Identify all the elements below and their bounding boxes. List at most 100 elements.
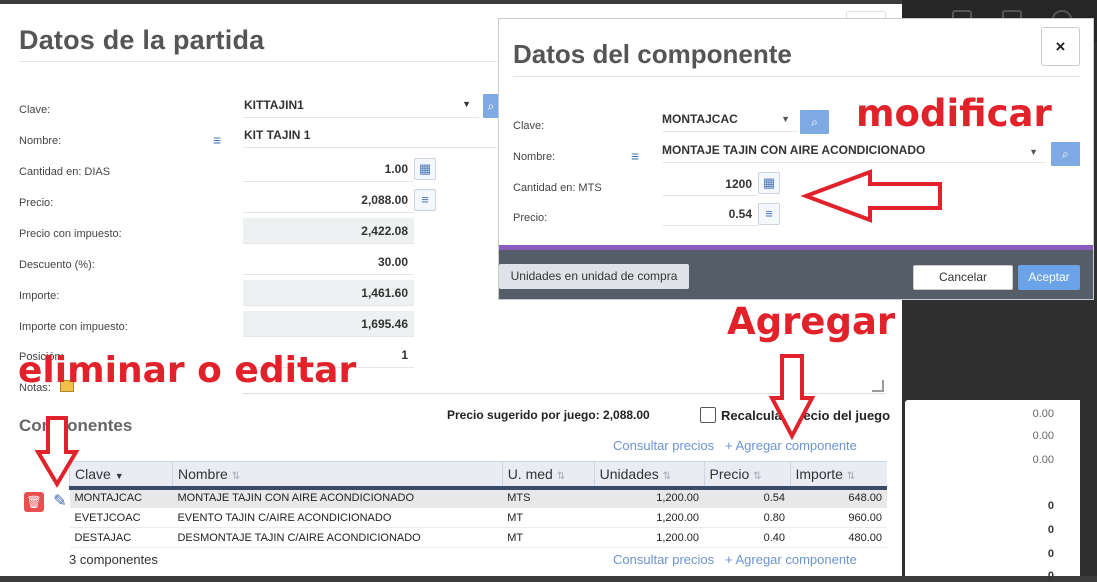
annotation-modificar: modificar [856, 92, 1052, 135]
col-umed[interactable]: U. med ⇅ [501, 461, 595, 490]
annotation-eliminar-editar: eliminar o editar [18, 350, 357, 391]
cantidad-input[interactable]: 1.00 [243, 156, 414, 182]
comp-nombre-select[interactable]: MONTAJE TAJIN CON AIRE ACONDICIONADO ▼ [662, 138, 1046, 163]
col-nombre[interactable]: Nombre ⇅ [171, 461, 503, 490]
divider [513, 76, 1080, 77]
bg-value: 0.00 [1032, 430, 1054, 442]
accept-button[interactable]: Aceptar [1018, 265, 1080, 290]
precio-input[interactable]: 2,088.00 [243, 187, 414, 213]
cell-clave: MONTAJCAC [69, 487, 173, 508]
modal-footer: Unidades en unidad de compra Cancelar Ac… [499, 250, 1093, 299]
search-icon: ⌕ [811, 115, 818, 129]
calculator-icon[interactable]: ▦ [758, 172, 780, 194]
bg-value: 0.00 [1032, 408, 1054, 420]
cancel-button[interactable]: Cancelar [913, 265, 1013, 290]
components-table: Clave ▼ Nombre ⇅ U. med ⇅ Unidades ⇅ Pre… [69, 461, 887, 548]
cell-umed: MTS [502, 487, 595, 508]
cell-importe: 480.00 [790, 527, 887, 548]
nombre-value: KIT TAJIN 1 [244, 128, 311, 142]
comp-cantidad-input[interactable]: 1200 [662, 171, 758, 196]
calculator-icon[interactable]: ▦ [414, 158, 436, 180]
table-row[interactable]: EVETJCOAC EVENTO TAJIN C/AIRE ACONDICION… [69, 507, 887, 528]
table-header-row: Clave ▼ Nombre ⇅ U. med ⇅ Unidades ⇅ Pre… [69, 461, 887, 490]
comp-clave-value: MONTAJCAC [662, 112, 738, 126]
comp-nombre-value: MONTAJE TAJIN CON AIRE ACONDICIONADO [662, 143, 926, 157]
recalc-checkbox[interactable] [700, 407, 716, 423]
precio-label: Precio: [19, 197, 54, 209]
list-icon[interactable]: ≡ [758, 203, 780, 225]
arrow-down-icon [768, 354, 816, 441]
nombre-field[interactable]: KIT TAJIN 1 [243, 122, 499, 148]
bg-value: 0 [1047, 570, 1054, 582]
bg-value: 0 [1047, 548, 1054, 560]
bg-value: 0 [1047, 524, 1054, 536]
add-component-link[interactable]: + Agregar componente [725, 438, 857, 453]
precio-impuesto-value: 2,422.08 [243, 218, 414, 244]
table-row[interactable]: MONTAJCAC MONTAJE TAJIN CON AIRE ACONDIC… [69, 487, 887, 508]
cell-unidades: 1,200.00 [594, 507, 705, 528]
arrow-down-icon [34, 416, 80, 488]
cell-precio: 0.80 [704, 507, 790, 528]
cell-nombre: MONTAJE TAJIN CON AIRE ACONDICIONADO [172, 487, 503, 508]
consult-prices-link-bottom[interactable]: Consultar precios [613, 552, 714, 567]
comp-clave-label: Clave: [513, 120, 545, 132]
list-icon[interactable]: ≡ [631, 148, 639, 164]
arrow-left-icon [800, 169, 942, 223]
search-icon: ⌕ [1062, 147, 1069, 161]
cell-nombre: DESMONTAJE TAJIN C/AIRE ACONDICIONADO [172, 527, 503, 548]
comp-clave-search-button[interactable]: ⌕ [800, 110, 829, 134]
chevron-down-icon: ▼ [781, 114, 790, 124]
list-icon[interactable]: ≡ [414, 189, 436, 211]
cell-clave: EVETJCOAC [69, 507, 173, 528]
comp-nombre-search-button[interactable]: ⌕ [1051, 142, 1080, 166]
importe-impuesto-value: 1,695.46 [243, 311, 414, 337]
clave-value: KITTAJIN1 [244, 98, 304, 112]
annotation-agregar: Agregar [727, 300, 896, 343]
table-row[interactable]: DESTAJAC DESMONTAJE TAJIN C/AIRE ACONDIC… [69, 527, 887, 548]
units-purchase-button[interactable]: Unidades en unidad de compra [499, 264, 689, 289]
descuento-label: Descuento (%): [19, 259, 95, 271]
trash-icon[interactable]: 🗑 [24, 492, 44, 512]
cell-importe: 960.00 [790, 507, 887, 528]
comp-cantidad-label: Cantidad en: MTS [513, 182, 602, 194]
search-icon: ⌕ [487, 99, 495, 113]
cell-precio: 0.40 [704, 527, 790, 548]
componente-modal: Datos del componente × Clave: MONTAJCAC … [499, 19, 1093, 299]
close-icon[interactable]: × [1041, 27, 1080, 66]
cantidad-label: Cantidad en: DIAS [19, 166, 111, 178]
cell-clave: DESTAJAC [69, 527, 173, 548]
edit-icon[interactable]: ✎ [50, 492, 70, 512]
comp-precio-label: Precio: [513, 212, 548, 224]
cell-precio: 0.54 [704, 487, 790, 508]
cell-importe: 648.00 [790, 487, 887, 508]
nombre-label: Nombre: [19, 135, 62, 147]
cell-umed: MT [502, 527, 595, 548]
chevron-down-icon: ▼ [1029, 147, 1038, 157]
consult-prices-link[interactable]: Consultar precios [613, 438, 714, 453]
importe-impuesto-label: Importe con impuesto: [19, 321, 128, 333]
cell-unidades: 1,200.00 [594, 527, 705, 548]
bg-value: 0 [1047, 500, 1054, 512]
background-panel: 0.00 0.00 0.00 0 0 0 0 [905, 400, 1080, 582]
descuento-input[interactable]: 30.00 [243, 249, 414, 275]
col-clave[interactable]: Clave ▼ [69, 461, 173, 490]
cell-unidades: 1,200.00 [594, 487, 705, 508]
cell-umed: MT [502, 507, 595, 528]
add-component-link-bottom[interactable]: + Agregar componente [725, 552, 857, 567]
resize-handle-icon[interactable] [872, 380, 884, 392]
comp-precio-input[interactable]: 0.54 [662, 201, 758, 226]
col-unidades[interactable]: Unidades ⇅ [593, 461, 705, 490]
clave-select[interactable]: KITTAJIN1 ▼ [243, 92, 479, 118]
col-precio[interactable]: Precio ⇅ [703, 461, 790, 490]
component-modal-title: Datos del componente [513, 39, 792, 69]
page-title: Datos de la partida [19, 25, 265, 55]
chevron-down-icon: ▼ [462, 99, 471, 109]
clave-search-button[interactable]: ⌕ [483, 94, 499, 118]
importe-value: 1,461.60 [243, 280, 414, 306]
list-icon[interactable]: ≡ [213, 132, 221, 148]
importe-label: Importe: [19, 290, 60, 302]
comp-clave-select[interactable]: MONTAJCAC ▼ [662, 107, 798, 132]
precio-impuesto-label: Precio con impuesto: [19, 228, 122, 240]
col-importe[interactable]: Importe ⇅ [789, 461, 887, 490]
suggested-price: Precio sugerido por juego: 2,088.00 [447, 408, 650, 422]
